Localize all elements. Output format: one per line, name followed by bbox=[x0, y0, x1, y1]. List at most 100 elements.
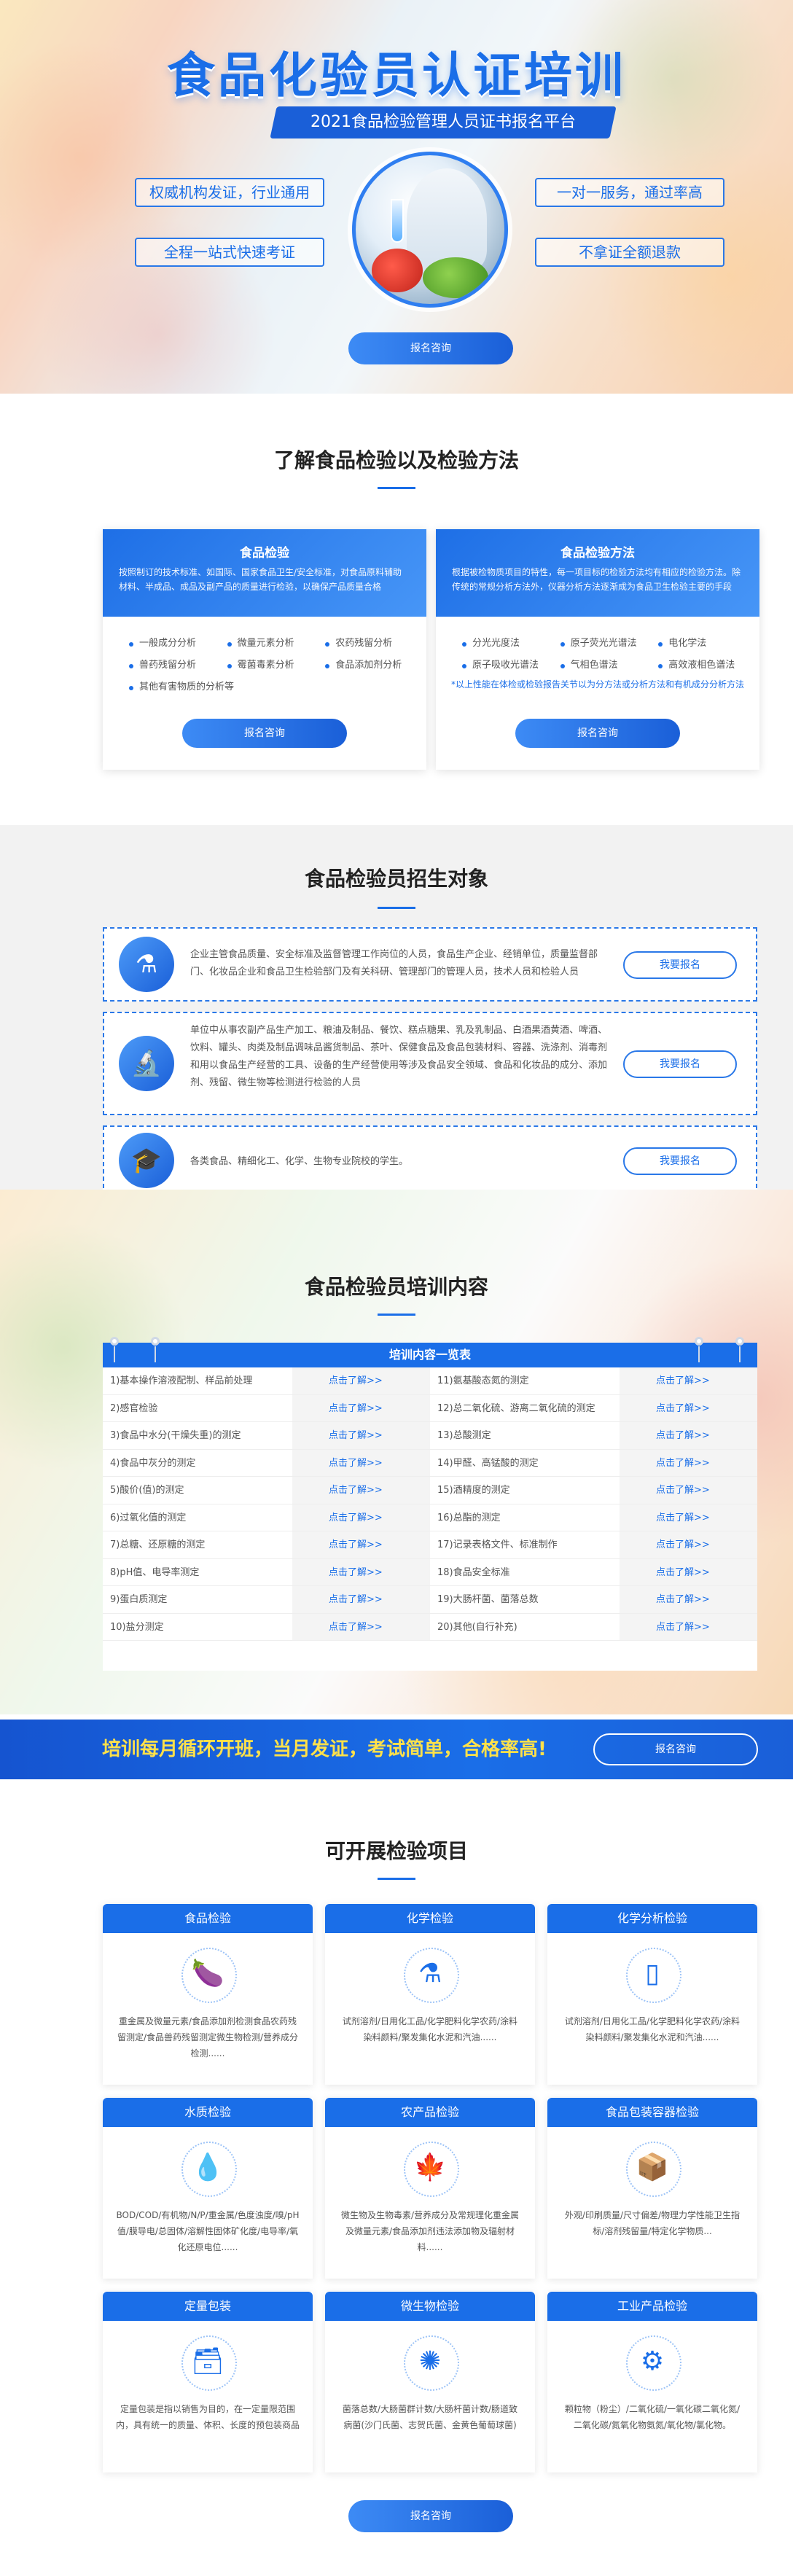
detail-link[interactable]: 点击了解>> bbox=[620, 1504, 757, 1531]
project-desc: 菌落总数/大肠菌群计数/大肠杆菌计数/肠道致病菌(沙门氏菌、志贺氏菌、金黄色葡萄… bbox=[342, 2404, 518, 2430]
detail-link[interactable]: 点击了解>> bbox=[620, 1613, 757, 1640]
section-title: 可开展检验项目 bbox=[324, 1839, 468, 1863]
project-card[interactable]: 农产品检验 🍁 微生物及生物毒素/营养成分及常规理化重金属及微量元素/食品添加剂… bbox=[325, 2098, 535, 2279]
detail-link[interactable]: 点击了解>> bbox=[292, 1422, 430, 1449]
detail-link[interactable]: 点击了解>> bbox=[620, 1586, 757, 1613]
project-title: 水质检验 bbox=[103, 2098, 313, 2127]
project-card[interactable]: 微生物检验 ✺ 菌落总数/大肠菌群计数/大肠杆菌计数/肠道致病菌(沙门氏菌、志贺… bbox=[325, 2292, 535, 2472]
targets-section: 食品检验员招生对象 ⚗ 企业主管食品质量、安全标准及监督管理工作岗位的人员，食品… bbox=[0, 825, 793, 1195]
list-item: 原子荧光光谱法 bbox=[560, 633, 659, 655]
table-row: 2)感官检验 点击了解>> bbox=[103, 1394, 430, 1422]
method-card-desc: 根据被检物质项目的特性，每一项目标的检验方法均有相应的检验方法。除传统的常规分析… bbox=[452, 567, 741, 592]
consult-button[interactable]: 报名咨询 bbox=[182, 719, 347, 748]
water-drop-icon: 💧 bbox=[181, 2142, 237, 2197]
table-row: 14)甲醛、高锰酸的测定 点击了解>> bbox=[430, 1449, 757, 1477]
table-row: 18)食品安全标准 点击了解>> bbox=[430, 1558, 757, 1586]
detail-link[interactable]: 点击了解>> bbox=[620, 1422, 757, 1449]
method-card-title: 食品检验 bbox=[240, 546, 289, 561]
target-text: 企业主管食品质量、安全标准及监督管理工作岗位的人员，食品生产企业、经销单位，质量… bbox=[190, 949, 598, 977]
table-row: 6)过氧化值的测定 点击了解>> bbox=[103, 1504, 430, 1531]
detail-link[interactable]: 点击了解>> bbox=[620, 1477, 757, 1504]
bottom-consult-button[interactable]: 报名咨询 bbox=[348, 2500, 513, 2532]
title-underline bbox=[378, 487, 415, 489]
hero-subtitle: 2021食品检验管理人员证书报名平台 bbox=[270, 106, 617, 138]
project-title: 工业产品检验 bbox=[547, 2292, 757, 2321]
bacteria-icon: ✺ bbox=[404, 2335, 459, 2391]
eggplant-icon: 🍆 bbox=[181, 1948, 237, 2003]
detail-link[interactable]: 点击了解>> bbox=[292, 1477, 430, 1504]
project-title: 农产品检验 bbox=[325, 2098, 535, 2127]
project-desc: 外观/印刷质量/尺寸偏差/物理力学性能卫生指标/溶剂残留量/特定化学物质... bbox=[564, 2210, 741, 2236]
detail-link[interactable]: 点击了解>> bbox=[620, 1531, 757, 1558]
method-note: *以上性能在体检或检验报告关节以为分方法或分析方法和有机成分分析方法 bbox=[450, 679, 744, 690]
project-card[interactable]: 水质检验 💧 BOD/COD/有机物/N/P/重金属/色度浊度/嗅/pH值/膜导… bbox=[103, 2098, 313, 2279]
graduate-icon: 🎓 bbox=[119, 1133, 174, 1188]
table-column-right: 11)氨基酸态氮的测定 点击了解>> 12)总二氧化硫、游离二氧化硫的测定 点击了解… bbox=[430, 1367, 757, 1641]
project-card[interactable]: 食品包装容器检验 📦 外观/印刷质量/尺寸偏差/物理力学性能卫生指标/溶剂残留量… bbox=[547, 2098, 757, 2279]
list-item: 高效液相色谱法 bbox=[658, 655, 757, 676]
project-card[interactable]: 食品检验 🍆 重金属及微量元素/食品添加剂检测食品农药残留测定/食品兽药残留测定… bbox=[103, 1904, 313, 2085]
project-title: 微生物检验 bbox=[325, 2292, 535, 2321]
detail-link[interactable]: 点击了解>> bbox=[292, 1558, 430, 1585]
project-desc: 试剂溶剂/日用化工品/化学肥料化学农药/涂料染料颜料/聚发集化水泥和汽油....… bbox=[342, 2016, 518, 2042]
detail-link[interactable]: 点击了解>> bbox=[292, 1586, 430, 1613]
table-header: 培训内容一览表 bbox=[103, 1337, 757, 1367]
table-row: 1)基本操作溶液配制、样品前处理 点击了解>> bbox=[103, 1367, 430, 1395]
hero-consult-button[interactable]: 报名咨询 bbox=[348, 332, 513, 364]
beaker-icon: ⚗ bbox=[404, 1948, 459, 2003]
project-card[interactable]: 定量包装 🗃 定量包装是指以销售为目的，在一定量限范围内，具有统一的质量、体积、… bbox=[103, 2292, 313, 2472]
project-title: 食品包装容器检验 bbox=[547, 2098, 757, 2127]
table-row: 15)酒精度的测定 点击了解>> bbox=[430, 1477, 757, 1504]
project-card[interactable]: 工业产品检验 ⚙ 颗粒物（粉尘）/二氧化硫/一氧化碳二氧化氮/二氧化碳/氮氧化物… bbox=[547, 2292, 757, 2472]
detail-link[interactable]: 点击了解>> bbox=[292, 1504, 430, 1531]
table-row: 5)酸价(值)的测定 点击了解>> bbox=[103, 1477, 430, 1504]
detail-link[interactable]: 点击了解>> bbox=[620, 1449, 757, 1476]
package-icon: 📦 bbox=[626, 2142, 681, 2197]
signup-button[interactable]: 我要报名 bbox=[623, 1147, 737, 1175]
method-card-desc: 按照制订的技术标准、如国际、国家食品卫生/安全标准，对食品原料辅助材料、半成品、… bbox=[119, 567, 402, 592]
detail-link[interactable]: 点击了解>> bbox=[292, 1613, 430, 1640]
detail-link[interactable]: 点击了解>> bbox=[292, 1449, 430, 1476]
list-item: 分光光度法 bbox=[462, 633, 560, 655]
detail-link[interactable]: 点击了解>> bbox=[292, 1394, 430, 1421]
hero-title: 食品化验员认证培训 bbox=[167, 47, 626, 104]
method-list: 分光光度法 原子荧光光谱法 电化学法 原子吸收光谱法 气相色谱法 高效液相色谱法 bbox=[436, 617, 759, 676]
title-underline bbox=[378, 1314, 415, 1316]
project-card[interactable]: 化学检验 ⚗ 试剂溶剂/日用化工品/化学肥料化学农药/涂料染料颜料/聚发集化水泥… bbox=[325, 1904, 535, 2085]
training-section: 食品检验员培训内容 培训内容一览表 1)基本操作溶液配制、样品前处理 点击了解>>… bbox=[0, 1190, 793, 1714]
list-item: 农药残留分析 bbox=[325, 633, 423, 655]
table-row: 12)总二氧化硫、游离二氧化硫的测定 点击了解>> bbox=[430, 1394, 757, 1422]
test-tube-icon bbox=[391, 199, 404, 243]
method-card: 食品检验方法 根据被检物质项目的特性，每一项目标的检验方法均有相应的检验方法。除… bbox=[436, 529, 759, 770]
project-title: 化学检验 bbox=[325, 1904, 535, 1933]
list-item: 微量元素分析 bbox=[227, 633, 326, 655]
project-card[interactable]: 化学分析检验 ▯ 试剂溶剂/日用化工品/化学肥料化学农药/涂料染料颜料/聚发集化… bbox=[547, 1904, 757, 2085]
table-row: 10)盐分测定 点击了解>> bbox=[103, 1613, 430, 1641]
detail-link[interactable]: 点击了解>> bbox=[292, 1531, 430, 1558]
title-underline bbox=[378, 907, 415, 909]
list-item: 其他有害物质的分析等 bbox=[129, 676, 308, 698]
list-item: 兽药残留分析 bbox=[129, 655, 227, 676]
banner-consult-button[interactable]: 报名咨询 bbox=[593, 1733, 758, 1765]
table-row: 19)大肠杆菌、菌落总数 点击了解>> bbox=[430, 1586, 757, 1614]
consult-button[interactable]: 报名咨询 bbox=[515, 719, 680, 748]
project-desc: 颗粒物（粉尘）/二氧化硫/一氧化碳二氧化氮/二氧化碳/氮氧化物氨氮/氧化物/氯化… bbox=[564, 2404, 741, 2430]
table-row: 9)蛋白质测定 点击了解>> bbox=[103, 1586, 430, 1614]
promo-banner: 培训每月循环开班，当月发证，考试简单，合格率高! 报名咨询 bbox=[0, 1720, 793, 1779]
feature-pill: 权威机构发证，行业通用 bbox=[135, 178, 324, 207]
target-item: 🔬 单位中从事农副产品生产加工、粮油及制品、餐饮、糕点糖果、乳及乳制品、白酒果酒… bbox=[103, 1012, 757, 1115]
signup-button[interactable]: 我要报名 bbox=[623, 1050, 737, 1078]
list-item: 电化学法 bbox=[658, 633, 757, 655]
target-text: 各类食品、精细化工、化学、生物专业院校的学生。 bbox=[190, 1156, 409, 1167]
detail-link[interactable]: 点击了解>> bbox=[620, 1394, 757, 1421]
box-icon: 🗃 bbox=[181, 2335, 237, 2391]
feature-pill: 一对一服务，通过率高 bbox=[535, 178, 724, 207]
detail-link[interactable]: 点击了解>> bbox=[620, 1558, 757, 1585]
target-item: ⚗ 企业主管食品质量、安全标准及监督管理工作岗位的人员，食品生产企业、经销单位，… bbox=[103, 927, 757, 1002]
detail-link[interactable]: 点击了解>> bbox=[292, 1367, 430, 1394]
list-item: 食品添加剂分析 bbox=[325, 655, 423, 676]
table-row: 20)其他(自行补充) 点击了解>> bbox=[430, 1613, 757, 1641]
detail-link[interactable]: 点击了解>> bbox=[620, 1367, 757, 1394]
table-row: 4)食品中灰分的测定 点击了解>> bbox=[103, 1449, 430, 1477]
signup-button[interactable]: 我要报名 bbox=[623, 951, 737, 979]
